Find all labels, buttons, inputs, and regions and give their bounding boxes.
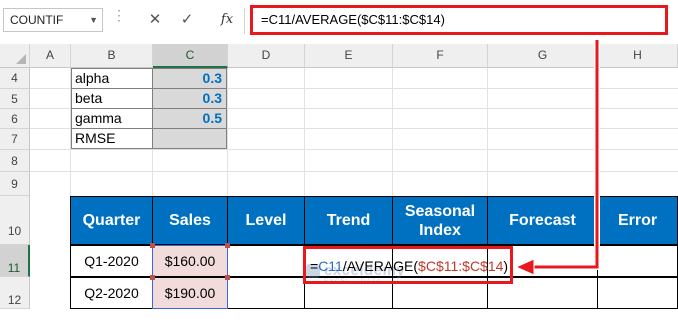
column-header-b[interactable]: B [71,44,153,68]
quarter-cell[interactable]: Q1-2020 [70,245,153,277]
row-header-7[interactable]: 7 [0,129,30,150]
formula-prefix: = [310,258,319,274]
param-value-cell[interactable]: 0.3 [152,88,227,109]
error-cell[interactable] [597,245,678,277]
row-header-9[interactable]: 9 [0,172,30,196]
column-header-h[interactable]: H [598,44,678,68]
param-value-cell[interactable]: 0.3 [152,68,227,89]
range-handle[interactable] [150,243,155,248]
column-header-e[interactable]: E [305,44,393,68]
table-header-trend[interactable]: Trend [304,196,393,245]
row-header-4[interactable]: 4 [0,68,30,89]
row-header-5[interactable]: 5 [0,89,30,109]
formula-middle: /AVERAGE( [342,258,419,274]
row-header-11[interactable]: 11 [0,245,30,277]
column-header-f[interactable]: F [393,44,488,68]
gridline [30,149,678,150]
column-header-d[interactable]: D [228,44,305,68]
level-cell[interactable] [227,277,305,309]
formula-ref-range: $C$11:$C$14 [418,258,504,274]
table-header-level[interactable]: Level [227,196,305,245]
referenced-range-highlight [152,245,228,309]
range-handle[interactable] [225,243,230,248]
chevron-down-icon[interactable]: ▼ [89,9,98,31]
param-value-cell[interactable] [152,128,227,149]
select-all-button[interactable] [0,44,30,68]
range-handle[interactable] [150,275,155,280]
formula-input[interactable]: =C11/AVERAGE($C$11:$C$14) [250,5,668,35]
row-header-10[interactable]: 10 [0,196,30,245]
formula-bar-divider [244,8,245,34]
row-header-12[interactable]: 12 [0,277,30,309]
param-label-cell[interactable]: gamma [71,108,153,129]
table-header-forecast[interactable]: Forecast [487,196,598,245]
column-header-c[interactable]: C [153,44,228,68]
formula-bar: COUNTIF ▼ ⋮ ✕ ✓ fx =C11/AVERAGE($C$11:$C… [0,0,678,45]
param-value-cell[interactable]: 0.5 [152,108,227,129]
range-handle[interactable] [225,275,230,280]
table-header-seasonal-index[interactable]: Seasonal Index [392,196,488,245]
grip-icon: ⋮ [112,7,126,23]
row-header-6[interactable]: 6 [0,109,30,129]
gridline [30,171,678,172]
formula-suffix: ) [503,258,509,274]
param-label-cell[interactable]: beta [71,88,153,109]
name-box-value: COUNTIF [10,13,64,27]
table-header-quarter[interactable]: Quarter [70,196,153,245]
column-header-g[interactable]: G [488,44,598,68]
table-header-error[interactable]: Error [597,196,678,245]
formula-ref-c11: C11 [318,258,343,274]
param-label-cell[interactable]: alpha [71,68,153,89]
quarter-cell[interactable]: Q2-2020 [70,277,153,309]
level-cell[interactable] [227,245,305,277]
column-header-a[interactable]: A [30,44,71,68]
row-header-8[interactable]: 8 [0,150,30,172]
cell-edit-formula[interactable]: =C11/AVERAGE($C$11:$C$14) [303,246,513,284]
enter-button[interactable]: ✓ [174,8,200,32]
insert-function-button[interactable]: fx [214,8,240,32]
error-cell[interactable] [597,277,678,309]
table-header-sales[interactable]: Sales [152,196,228,245]
cancel-button[interactable]: ✕ [142,8,168,32]
name-box[interactable]: COUNTIF ▼ [3,8,103,32]
param-label-cell[interactable]: RMSE [71,128,153,149]
